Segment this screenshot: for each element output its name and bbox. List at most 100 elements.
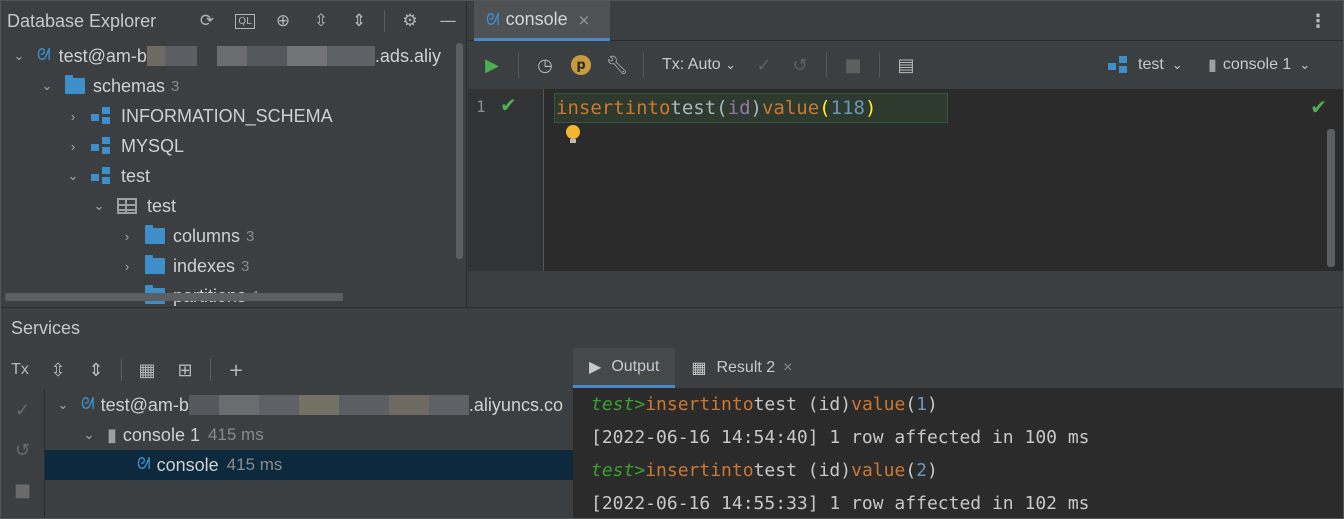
log-keyword: value [851, 460, 906, 481]
services-row-connection[interactable]: ⌄ ᘛ test@am-b .aliyuncs.co [45, 390, 573, 420]
services-row-console[interactable]: ᘛ console 415 ms [45, 450, 573, 480]
tab-console[interactable]: ᘛ console × [474, 1, 610, 41]
paren-open-highlight: ( [819, 97, 831, 119]
add-icon[interactable]: + [217, 350, 255, 390]
columns-label: columns [173, 225, 241, 246]
ide-window: Database Explorer ⟳ QL ⊕ ⇳ ⇕ ⚙ — ⌄ ᘛ tes… [0, 0, 1344, 519]
wrench-icon[interactable]: 🔧︎ [599, 41, 635, 89]
tab-output[interactable]: ▶ Output [573, 348, 676, 388]
tab-result[interactable]: ▦ Result 2 × [675, 348, 808, 388]
table-view-icon[interactable]: ▤ [888, 41, 924, 89]
run-icon[interactable]: ▶ [474, 41, 510, 89]
close-icon[interactable]: × [578, 11, 591, 29]
toolbar-divider [879, 52, 881, 78]
folder-icon [145, 255, 165, 274]
paren-open: ( [716, 97, 728, 119]
tree-row-schema[interactable]: › INFORMATION_SCHEMA [1, 101, 466, 131]
chevron-down-icon[interactable]: ⌄ [11, 48, 27, 64]
editor-scrollbar[interactable] [1327, 129, 1335, 267]
collapse-all-icon[interactable]: ⇕ [340, 1, 378, 41]
session-icon: ▮ [1208, 57, 1217, 74]
chevron-right-icon[interactable]: › [65, 109, 81, 124]
rollback-icon[interactable]: ↺ [1, 430, 44, 470]
chevron-right-icon[interactable]: › [119, 229, 135, 244]
schemas-count: 3 [171, 77, 180, 95]
rollback-icon[interactable]: ↺ [782, 41, 818, 89]
columns-count: 3 [246, 227, 255, 245]
services-row-session[interactable]: ⌄ ▮ console 1 415 ms [45, 420, 573, 450]
commit-icon[interactable]: ✓ [746, 41, 782, 89]
terminal-icon: ▶ [589, 358, 602, 376]
editor-panel: ᘛ console × ⋮ ▶ ◷ p 🔧︎ Tx: Auto ⌄ ✓ ↺ ■ … [468, 1, 1343, 307]
stop-icon[interactable]: ■ [835, 41, 871, 89]
expand-all-icon[interactable]: ⇳ [302, 1, 340, 41]
chevron-down-icon[interactable]: ⌄ [91, 198, 107, 214]
session-selector-label: console 1 [1222, 56, 1292, 73]
mysql-dolphin-icon: ᘛ [81, 396, 95, 413]
line-number: 1 [476, 97, 486, 116]
editor-footer [468, 271, 1343, 307]
sql-console-icon[interactable]: QL [226, 1, 264, 41]
code-editor[interactable]: 1 ✔ insert into test (id) value (118) ✔ [468, 89, 1343, 271]
horizontal-scrollbar[interactable] [5, 293, 343, 301]
tx-mode-dropdown[interactable]: Tx: Auto ⌄ [662, 56, 736, 74]
chevron-down-icon[interactable]: ⌄ [81, 427, 97, 443]
inspection-check-icon: ✔ [1310, 95, 1327, 119]
database-explorer-header: Database Explorer ⟳ QL ⊕ ⇳ ⇕ ⚙ — [1, 1, 466, 41]
services-toolbar: Tx ⇳ ⇕ ▦ ⊞ + [1, 350, 255, 390]
output-log: test> insert into test (id) value (1) [2… [573, 388, 1343, 518]
group-by-icon[interactable]: ▦ [128, 350, 166, 390]
schema-icon [91, 107, 113, 125]
log-line: test> insert into test (id) value (2) [591, 454, 1343, 487]
new-tab-icon[interactable]: ⊞ [166, 350, 204, 390]
history-icon[interactable]: ◷ [527, 41, 563, 89]
minimize-icon[interactable]: — [429, 1, 466, 41]
toolbar-divider [384, 10, 385, 32]
chevron-down-icon[interactable]: ⌄ [65, 168, 81, 184]
redacted-hostname [188, 395, 469, 415]
schema-icon [91, 167, 113, 185]
services-tree: ⌄ ᘛ test@am-b .aliyuncs.co ⌄ ▮ console 1… [45, 390, 573, 518]
services-side-toolbar: ✓ ↺ ■ [1, 390, 45, 518]
identifier-column: id [727, 97, 751, 119]
chevron-down-icon[interactable]: ⌄ [39, 78, 55, 94]
schema-icon [91, 137, 113, 155]
tree-row-schema[interactable]: › MYSQL [1, 131, 466, 161]
vertical-scrollbar[interactable] [456, 43, 463, 259]
more-options-icon[interactable]: ⋮ [1309, 11, 1327, 32]
lightbulb-icon[interactable] [566, 125, 580, 143]
session-label: console 1 [122, 424, 200, 445]
collapse-all-icon[interactable]: ⇕ [77, 350, 115, 390]
parameters-icon[interactable]: p [563, 41, 599, 89]
chevron-right-icon[interactable]: › [65, 139, 81, 154]
close-icon[interactable]: × [783, 359, 792, 377]
tree-row-columns[interactable]: › columns 3 [1, 221, 466, 251]
tx-mode-label: Tx: Auto [662, 56, 721, 73]
tree-row-connection[interactable]: ⌄ ᘛ test@am-b .ads.aliy [1, 41, 466, 71]
session-time: 415 ms [207, 425, 264, 444]
refresh-icon[interactable]: ⟳ [188, 1, 226, 41]
toolbar-divider [643, 52, 644, 78]
log-keyword: into [710, 460, 754, 481]
redacted-hostname [146, 46, 375, 66]
expand-all-icon[interactable]: ⇳ [39, 350, 77, 390]
tx-dropdown[interactable]: Tx [1, 350, 39, 390]
crosshair-icon[interactable]: ⊕ [264, 1, 302, 41]
chevron-right-icon[interactable]: › [119, 259, 135, 274]
log-number: 2 [916, 460, 927, 481]
tree-row-schemas[interactable]: ⌄ schemas 3 [1, 71, 466, 101]
commit-icon[interactable]: ✓ [1, 390, 44, 430]
gear-icon[interactable]: ⚙ [391, 1, 429, 41]
session-selector[interactable]: ▮ console 1 ⌄ [1208, 41, 1310, 89]
tree-row-indexes[interactable]: › indexes 3 [1, 251, 466, 281]
tab-console-label: console [505, 9, 568, 29]
schema-selector[interactable]: test ⌄ [1108, 41, 1183, 89]
stop-icon[interactable]: ■ [1, 470, 44, 510]
log-paren: ( [905, 460, 917, 481]
tree-row-table[interactable]: ⌄ test [1, 191, 466, 221]
toolbar-divider [121, 359, 122, 381]
tree-row-schema[interactable]: ⌄ test [1, 161, 466, 191]
folder-icon [145, 225, 165, 244]
code-line[interactable]: insert into test (id) value (118) [554, 93, 948, 123]
chevron-down-icon[interactable]: ⌄ [55, 397, 71, 413]
